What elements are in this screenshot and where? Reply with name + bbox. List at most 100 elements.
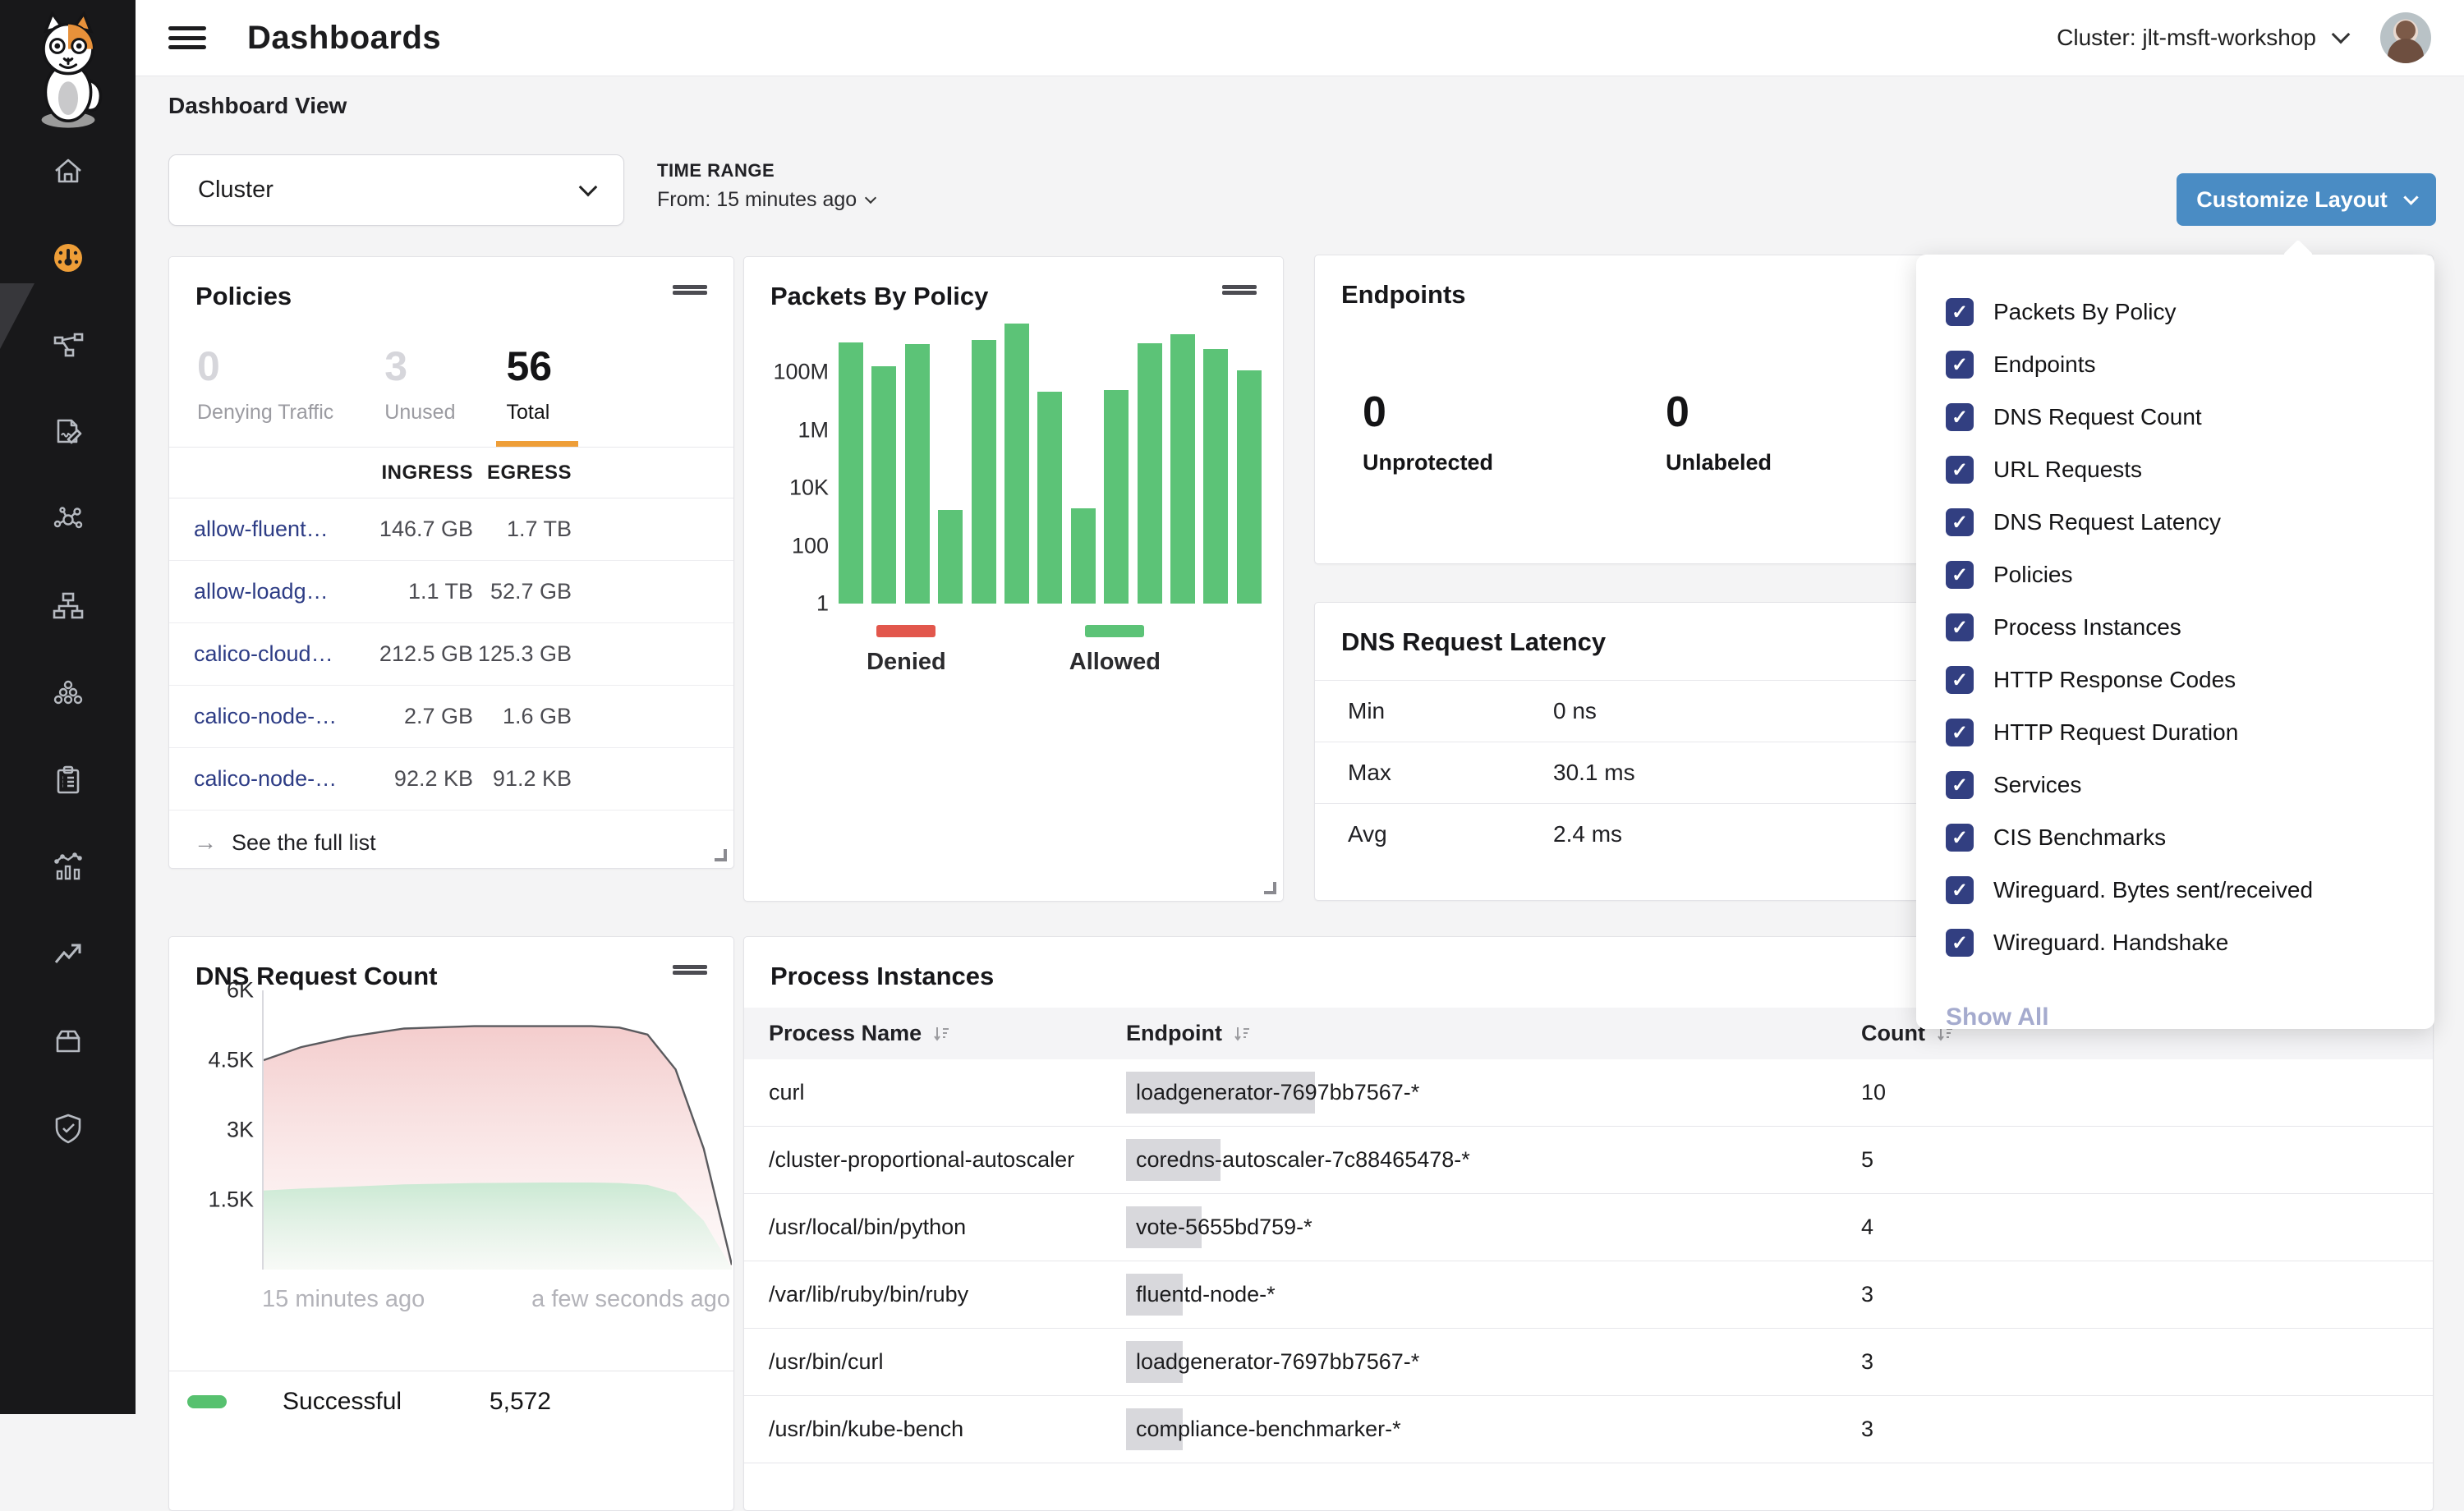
process-name: /var/lib/ruby/bin/ruby	[744, 1282, 1126, 1307]
page-title: Dashboards	[247, 20, 441, 57]
menu-item-dns-request-count[interactable]: ✓DNS Request Count	[1946, 391, 2434, 443]
policies-table-header: INGRESS EGRESS	[169, 448, 733, 498]
time-range-value[interactable]: From: 15 minutes ago	[657, 188, 875, 212]
process-instances-row: /cluster-proportional-autoscalercoredns-…	[744, 1127, 2433, 1194]
resize-handle-icon[interactable]	[1264, 882, 1276, 894]
packets-y-axis: 110010K1M100M	[759, 315, 829, 604]
service-graph-icon[interactable]	[52, 503, 85, 535]
see-full-list-link[interactable]: → See the full list	[169, 829, 733, 856]
allowed-bar	[1237, 370, 1262, 604]
policy-link[interactable]: calico-cloud-apiserver-…	[169, 641, 338, 667]
cluster-nodes-icon[interactable]	[52, 677, 85, 710]
checkbox-checked-icon[interactable]: ✓	[1946, 508, 1974, 536]
chevron-down-icon	[2403, 190, 2418, 204]
checkbox-checked-icon[interactable]: ✓	[1946, 929, 1974, 957]
legend-denied[interactable]: Denied	[867, 625, 946, 676]
unlabeled-stat: 0 Unlabeled	[1666, 388, 1772, 475]
menu-item-wireguard-handshake[interactable]: ✓Wireguard. Handshake	[1946, 916, 2434, 969]
chevron-down-icon	[865, 192, 876, 204]
packets-card-title: Packets By Policy	[770, 282, 988, 311]
drag-handle-icon[interactable]	[673, 282, 707, 295]
package-box-icon[interactable]	[52, 1025, 85, 1058]
checkbox-checked-icon[interactable]: ✓	[1946, 298, 1974, 326]
top-bar: Dashboards Cluster: jlt-msft-workshop	[136, 0, 2464, 76]
endpoint-chip[interactable]: compliance-benchmarker-*	[1126, 1408, 1183, 1450]
policies-table-row: calico-cloud-apiserver-…212.5 GB125.3 GB	[169, 623, 733, 686]
menu-item-process-instances[interactable]: ✓Process Instances	[1946, 601, 2434, 654]
reports-icon[interactable]	[52, 416, 85, 448]
sidebar	[0, 0, 136, 1414]
menu-item-wireguard-bytes-sent-received[interactable]: ✓Wireguard. Bytes sent/received	[1946, 864, 2434, 916]
legend-successful-row[interactable]: Successful 5,572	[169, 1371, 733, 1432]
checkbox-checked-icon[interactable]: ✓	[1946, 824, 1974, 852]
cluster-switcher-label: Cluster: jlt-msft-workshop	[2057, 25, 2316, 51]
policies-tab-denying-traffic[interactable]: 0Denying Traffic	[187, 344, 343, 447]
policies-table-row: allow-loadgenerator1.1 TB52.7 GB	[169, 561, 733, 623]
time-range-label: TIME RANGE	[657, 160, 875, 181]
menu-item-endpoints[interactable]: ✓Endpoints	[1946, 338, 2434, 391]
drag-handle-icon[interactable]	[1222, 282, 1257, 295]
user-avatar[interactable]	[2380, 12, 2431, 63]
policies-tab-total[interactable]: 56Total	[496, 344, 578, 447]
cluster-switcher[interactable]: Cluster: jlt-msft-workshop	[2057, 25, 2347, 51]
time-range: TIME RANGE From: 15 minutes ago	[657, 160, 875, 212]
ingress-column-header: INGRESS	[338, 462, 473, 485]
menu-item-dns-request-latency[interactable]: ✓DNS Request Latency	[1946, 496, 2434, 549]
stats-chart-icon[interactable]	[52, 851, 85, 884]
clipboard-list-icon[interactable]	[52, 764, 85, 797]
endpoint-chip[interactable]: vote-5655bd759-*	[1126, 1206, 1202, 1248]
process-count: 3	[1861, 1282, 2433, 1307]
resize-handle-icon[interactable]	[715, 849, 727, 861]
policy-link[interactable]: calico-node-alertmana…	[169, 704, 338, 729]
endpoint-column-header[interactable]: Endpoint	[1126, 1021, 1861, 1046]
dropdown-caret	[2283, 240, 2314, 270]
checkbox-checked-icon[interactable]: ✓	[1946, 771, 1974, 799]
menu-item-http-response-codes[interactable]: ✓HTTP Response Codes	[1946, 654, 2434, 706]
policy-link[interactable]: allow-loadgenerator	[169, 579, 338, 604]
endpoint-chip[interactable]: loadgenerator-7697bb7567-*	[1126, 1341, 1183, 1383]
view-select-value: Cluster	[198, 177, 274, 204]
tree-hierarchy-icon[interactable]	[52, 590, 85, 622]
policy-link[interactable]: allow-fluentd-node	[169, 517, 338, 542]
menu-item-packets-by-policy[interactable]: ✓Packets By Policy	[1946, 286, 2434, 338]
legend-allowed[interactable]: Allowed	[1069, 625, 1161, 676]
menu-item-cis-benchmarks[interactable]: ✓CIS Benchmarks	[1946, 811, 2434, 864]
menu-item-http-request-duration[interactable]: ✓HTTP Request Duration	[1946, 706, 2434, 759]
endpoint-chip[interactable]: loadgenerator-7697bb7567-*	[1126, 1072, 1315, 1114]
checkbox-checked-icon[interactable]: ✓	[1946, 403, 1974, 431]
drag-handle-icon[interactable]	[673, 962, 707, 975]
menu-item-url-requests[interactable]: ✓URL Requests	[1946, 443, 2434, 496]
allowed-bar	[871, 366, 896, 604]
menu-item-services[interactable]: ✓Services	[1946, 759, 2434, 811]
process-instances-row: /usr/bin/curlloadgenerator-7697bb7567-*3	[744, 1329, 2433, 1396]
allowed-swatch-icon	[1085, 625, 1144, 637]
dns-count-y-axis: 1.5K3K4.5K6K	[184, 990, 254, 1270]
policies-tab-unused[interactable]: 3Unused	[375, 344, 465, 447]
process-name-column-header[interactable]: Process Name	[744, 1021, 1126, 1046]
allowed-bar	[938, 510, 963, 604]
process-name: /usr/bin/kube-bench	[744, 1417, 1126, 1442]
menu-item-policies[interactable]: ✓Policies	[1946, 549, 2434, 601]
checkbox-checked-icon[interactable]: ✓	[1946, 456, 1974, 484]
policy-link[interactable]: calico-node-alertmana…	[169, 766, 338, 792]
endpoint-chip[interactable]: fluentd-node-*	[1126, 1274, 1183, 1316]
checkbox-checked-icon[interactable]: ✓	[1946, 876, 1974, 904]
checkbox-checked-icon[interactable]: ✓	[1946, 561, 1974, 589]
shield-check-icon[interactable]	[52, 1112, 85, 1145]
checkbox-checked-icon[interactable]: ✓	[1946, 351, 1974, 379]
dashboards-gauge-icon[interactable]	[52, 241, 85, 274]
checkbox-checked-icon[interactable]: ✓	[1946, 666, 1974, 694]
home-icon[interactable]	[52, 154, 85, 187]
menu-hamburger-icon[interactable]	[168, 24, 206, 52]
endpoint-chip[interactable]: coredns-autoscaler-7c88465478-*	[1126, 1139, 1221, 1181]
dashboard-view-select[interactable]: Cluster	[168, 154, 624, 226]
network-sets-icon[interactable]	[52, 328, 85, 361]
checkbox-checked-icon[interactable]: ✓	[1946, 719, 1974, 746]
widget-checkbox-list: ✓Packets By Policy✓Endpoints✓DNS Request…	[1946, 286, 2434, 969]
show-all-link[interactable]: Show All	[1946, 1004, 2434, 1031]
trending-up-icon[interactable]	[52, 938, 85, 971]
policies-table-row: calico-node-alertmana…92.2 KB91.2 KB	[169, 748, 733, 811]
checkbox-checked-icon[interactable]: ✓	[1946, 613, 1974, 641]
customize-layout-button[interactable]: Customize Layout	[2177, 173, 2436, 226]
process-instances-row: curlloadgenerator-7697bb7567-*10	[744, 1059, 2433, 1127]
